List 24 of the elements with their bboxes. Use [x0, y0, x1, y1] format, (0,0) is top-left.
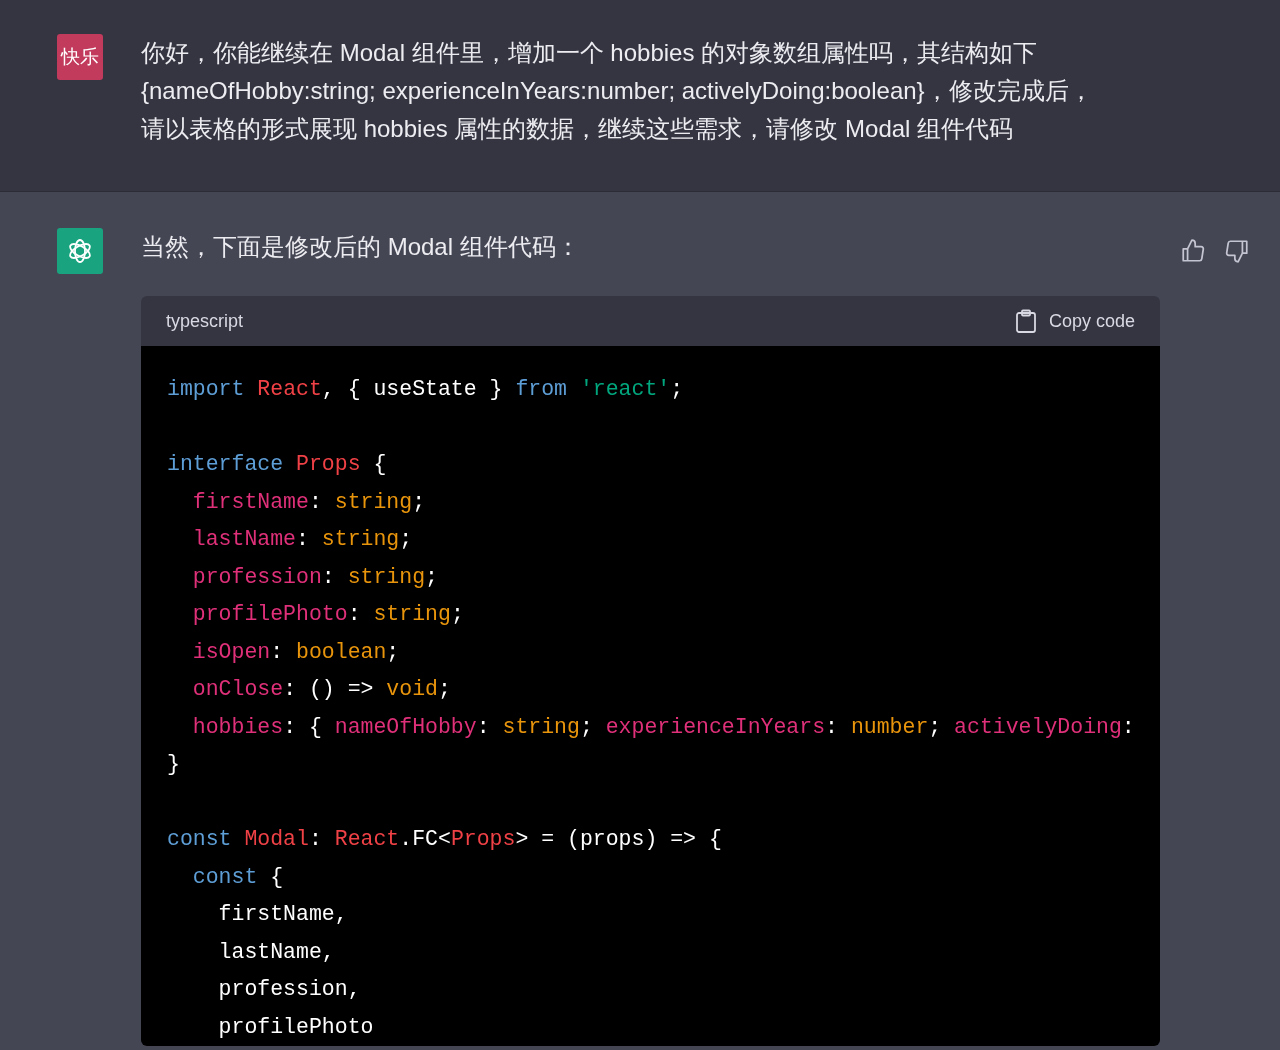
code-line: firstName, [217, 901, 348, 928]
code-line: profilePhoto: string; [191, 601, 464, 628]
code-line: firstName: string; [191, 488, 426, 516]
thumbs-down-icon[interactable] [1224, 238, 1250, 264]
code-language: typescript [166, 310, 244, 332]
code-line: profilePhoto [217, 1013, 374, 1041]
code-line: lastName: string; [191, 526, 413, 553]
code-line: onClose: () => void; [191, 676, 451, 703]
code-line: isOpen: boolean; [191, 638, 400, 666]
clipboard-icon [1014, 309, 1037, 333]
code-line: lastName, [217, 938, 335, 966]
thumbs-up-icon[interactable] [1180, 238, 1206, 264]
user-avatar: 快乐 [57, 34, 103, 80]
code-line: profession: string; [191, 563, 438, 591]
code-line: interface Props { [167, 451, 387, 478]
code-line: import React, { useState } from 'react'; [167, 376, 684, 403]
code-line: const { [191, 863, 284, 891]
message-text: 你好，你能继续在 Modal 组件里，增加一个 hobbies 的对象数组属性吗，其结构如下 {nameOfHobby:string; experienceInYears:number; activelyDoing:boolean}，修改完成后， 请以表格的形式展现 hobbies 属性的数据，继续这些需求，请修改 Modal 组件代码 [141, 38, 1093, 144]
code-line: hobbies: { nameOfHobby: string; experienceInYears: number; activelyDoing: [191, 713, 1135, 741]
copy-code-button[interactable]: Copy code [1014, 309, 1135, 333]
code-line: profession, [217, 976, 361, 1003]
code-line: } [167, 751, 180, 778]
message-text: 当然，下面是修改后的 Modal 组件代码： [141, 232, 580, 262]
code-line: const Modal: React.FC<Props> = (props) => { [167, 826, 722, 853]
